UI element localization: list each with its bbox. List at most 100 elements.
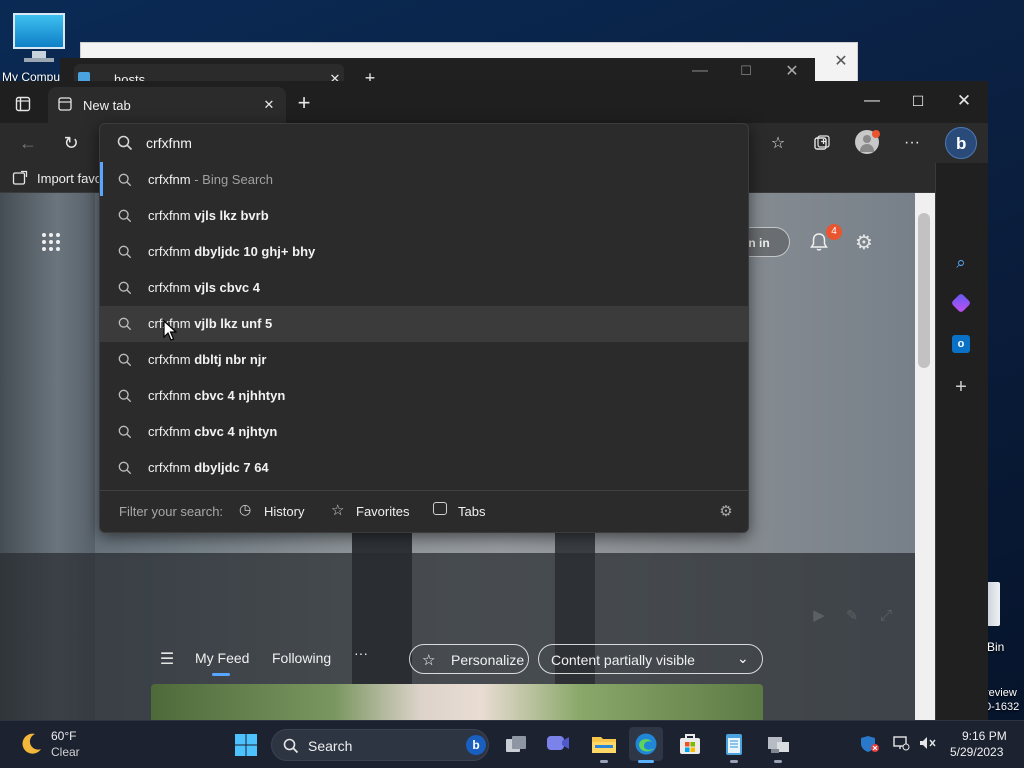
close-tab-icon[interactable]: ✕ (260, 96, 278, 114)
taskbar-search-box[interactable]: Search b (271, 729, 489, 761)
tabs-icon (433, 502, 447, 515)
suggestion-text: crfxfnm dbyljdc 7 64 (148, 460, 269, 475)
suggestion-item[interactable]: crfxfnm cbvc 4 njhhtyn (100, 378, 748, 414)
chevron-down-icon: ⌄ (737, 650, 749, 666)
selection-accent (100, 162, 103, 196)
new-tab-button[interactable]: + (292, 90, 316, 115)
refresh-icon[interactable]: ↻ (59, 131, 83, 155)
suggestion-item[interactable]: crfxfnm vjls lkz bvrb (100, 198, 748, 234)
weather-moon-icon[interactable] (18, 731, 44, 757)
suggestion-text: crfxfnm vjls lkz bvrb (148, 208, 269, 223)
search-icon (118, 281, 132, 295)
add-sidebar-app-icon[interactable]: + (949, 375, 973, 399)
favorites-star-icon[interactable]: ☆ (766, 131, 790, 155)
suggestion-item[interactable]: crfxfnm - Bing Search (100, 162, 748, 198)
history-icon: ◷ (239, 501, 252, 517)
address-suggestions-dropdown: crfxfnm - Bing Search crfxfnm vjls lkz bv… (99, 123, 749, 533)
suggestion-text: crfxfnm dbltj nbr njr (148, 352, 267, 367)
copilot-icon[interactable] (950, 292, 972, 314)
copilot-bing-icon[interactable]: b (945, 127, 977, 159)
suggestion-text: crfxfnm cbvc 4 njhtyn (148, 424, 278, 439)
file-explorer-icon[interactable] (587, 727, 621, 761)
edge-taskbar-icon[interactable] (629, 727, 663, 761)
outlook-icon[interactable]: o (952, 335, 970, 353)
close-icon[interactable]: ✕ (780, 60, 804, 82)
notepad-taskbar-icon[interactable] (717, 727, 751, 761)
close-icon[interactable]: ✕ (826, 47, 856, 75)
clock-time[interactable]: 9:16 PM (962, 729, 1007, 743)
title-bar[interactable]: New tab ✕ + — ☐ ✕ (0, 81, 988, 123)
search-icon (118, 389, 132, 403)
address-bar-input[interactable] (146, 132, 726, 154)
suggestion-item[interactable]: crfxfnm dbyljdc 10 ghj+ bhy (100, 234, 748, 270)
personalize-button[interactable]: ☆ Personalize (409, 644, 529, 674)
volume-muted-icon[interactable] (918, 735, 936, 751)
bing-icon: b (466, 735, 486, 755)
security-shield-icon[interactable] (860, 735, 880, 753)
suggestion-settings-gear-icon[interactable]: ⚙ (717, 502, 735, 520)
search-icon[interactable]: ⌕ (949, 251, 973, 275)
hosts-editor-icon[interactable] (761, 727, 795, 761)
suggestion-item[interactable]: crfxfnm vjls cbvc 4 (100, 270, 748, 306)
filter-label: Filter your search: (119, 504, 224, 519)
search-icon (118, 317, 132, 331)
teams-chat-icon[interactable] (541, 727, 575, 761)
search-icon (118, 461, 132, 475)
desktop-watermark: review 0-1632 (985, 687, 1020, 713)
edge-sidebar: ⌕ o + ◫ (935, 163, 988, 721)
close-icon[interactable]: ✕ (952, 89, 976, 113)
settings-gear-icon[interactable]: ⚙ (851, 229, 877, 255)
search-icon (283, 738, 299, 754)
suggestion-text: crfxfnm cbvc 4 njhhtyn (148, 388, 286, 403)
clock-date[interactable]: 5/29/2023 (950, 745, 1003, 759)
tab-actions-icon[interactable] (12, 93, 34, 115)
search-icon (118, 173, 132, 187)
profile-avatar[interactable] (855, 130, 880, 154)
favorites-star-icon: ☆ (331, 502, 345, 519)
windows-start-icon[interactable] (234, 733, 258, 757)
search-icon (118, 425, 132, 439)
suggestion-text: crfxfnm vjls cbvc 4 (148, 280, 261, 295)
tab-my-feed[interactable]: My Feed (195, 650, 249, 666)
minimize-icon[interactable]: — (688, 60, 712, 82)
weather-temperature: 60°F (51, 729, 77, 743)
weather-condition: Clear (51, 745, 80, 759)
more-options-icon[interactable]: ··· (900, 131, 924, 155)
monitor-icon (13, 13, 65, 49)
new-tab-page-icon (58, 97, 72, 111)
search-icon (118, 353, 132, 367)
tab-new-tab[interactable]: New tab ✕ (48, 87, 286, 123)
import-icon (12, 170, 28, 186)
personalize-icon: ☆ (422, 652, 436, 669)
suggestion-item[interactable]: crfxfnm cbvc 4 njhtyn (100, 414, 748, 450)
suggestion-item[interactable]: crfxfnm dbltj nbr njr (100, 342, 748, 378)
tab-title: New tab (83, 98, 131, 113)
collections-icon[interactable] (810, 131, 834, 155)
apps-grid-icon[interactable] (38, 229, 64, 255)
taskbar-search-placeholder: Search (308, 738, 353, 754)
content-visibility-dropdown[interactable]: Content partially visible ⌄ (538, 644, 763, 674)
mouse-cursor-icon (163, 320, 177, 341)
suggestion-item[interactable]: crfxfnm vjlb lkz unf 5 (100, 306, 748, 342)
maximize-icon[interactable]: ☐ (734, 60, 758, 82)
scrollbar-thumb[interactable] (918, 213, 930, 368)
maximize-icon[interactable]: ☐ (906, 89, 930, 113)
recycle-bin-label: Bin (987, 640, 1005, 654)
task-view-icon[interactable] (499, 727, 533, 761)
suggestion-text: crfxfnm - Bing Search (148, 172, 273, 187)
recycle-bin-icon[interactable] (986, 582, 1000, 626)
microsoft-store-icon[interactable] (673, 727, 707, 761)
search-icon (117, 135, 133, 151)
import-favorites-link[interactable]: Import favo (37, 171, 102, 186)
more-feed-options[interactable]: ··· (354, 645, 368, 661)
profile-badge (872, 130, 880, 138)
tab-following[interactable]: Following (272, 650, 331, 666)
minimize-icon[interactable]: — (860, 89, 884, 113)
news-card-image[interactable] (151, 684, 763, 721)
my-computer-icon[interactable] (10, 10, 66, 70)
suggestion-item[interactable]: crfxfnm dbyljdc 7 64 (100, 450, 748, 486)
search-icon (118, 209, 132, 223)
network-icon[interactable] (892, 735, 910, 751)
back-arrow-icon[interactable]: ← (16, 131, 40, 155)
menu-hamburger-icon[interactable]: ☰ (156, 648, 178, 670)
